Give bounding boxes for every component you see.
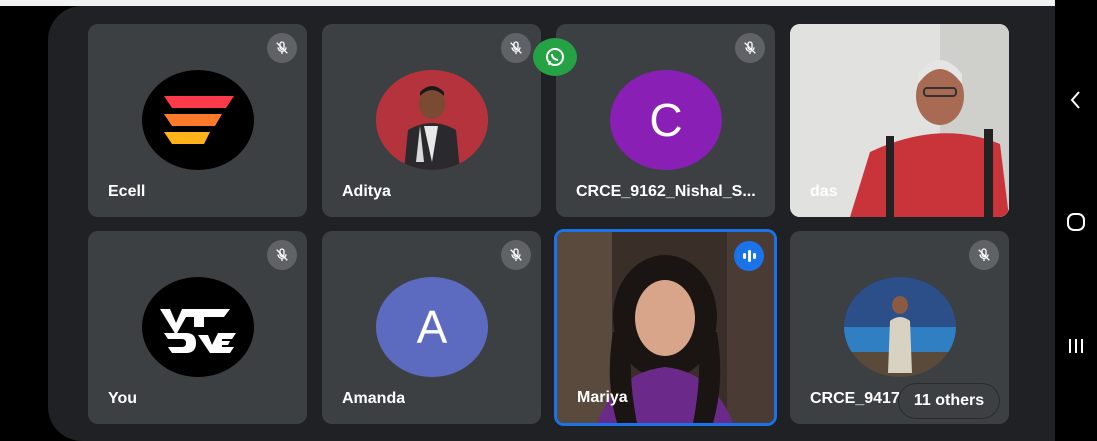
recents-icon[interactable] bbox=[1066, 337, 1086, 360]
participant-name: CRCE_9417 bbox=[810, 390, 900, 407]
participant-tile-nishal[interactable]: C CRCE_9162_Nishal_S... bbox=[556, 24, 775, 217]
participant-name: Mariya bbox=[577, 389, 628, 406]
mic-off-icon bbox=[501, 33, 531, 63]
avatar-crce-9417-photo bbox=[844, 277, 956, 377]
participant-name: CRCE_9162_Nishal_S... bbox=[576, 183, 756, 200]
participant-tile-das-video[interactable]: das bbox=[790, 24, 1009, 217]
mic-off-icon bbox=[735, 33, 765, 63]
back-chevron-left-icon[interactable] bbox=[1068, 90, 1084, 115]
home-icon[interactable] bbox=[1066, 212, 1086, 237]
whatsapp-icon[interactable] bbox=[533, 38, 577, 76]
participant-name: Amanda bbox=[342, 390, 406, 407]
android-navigation-bar bbox=[1055, 0, 1097, 441]
participant-tile-ecell[interactable]: Ecell bbox=[88, 24, 307, 217]
participant-name: das bbox=[810, 183, 838, 200]
participant-tile-aditya[interactable]: Aditya bbox=[322, 24, 541, 217]
avatar-vinit-dave-logo bbox=[142, 277, 254, 377]
avatar-letter: C bbox=[649, 94, 683, 146]
others-count-chip[interactable]: 11 others bbox=[899, 384, 999, 418]
avatar-aditya-photo bbox=[376, 70, 488, 170]
participant-tile-amanda[interactable]: A Amanda bbox=[322, 231, 541, 424]
speaking-indicator-icon bbox=[734, 241, 764, 271]
mic-off-icon bbox=[267, 33, 297, 63]
mic-off-icon bbox=[969, 240, 999, 270]
participant-tile-you[interactable]: You bbox=[88, 231, 307, 424]
participant-tile-mariya-video[interactable]: Mariya bbox=[554, 229, 777, 426]
mic-off-icon bbox=[501, 240, 531, 270]
avatar-ecell-logo bbox=[142, 70, 254, 170]
avatar-initial: C bbox=[610, 70, 722, 170]
mic-off-icon bbox=[267, 240, 297, 270]
participant-name: You bbox=[108, 390, 138, 407]
avatar-initial: A bbox=[376, 277, 488, 377]
participant-name: Aditya bbox=[342, 183, 391, 200]
avatar-letter: A bbox=[416, 301, 448, 353]
participant-name: Ecell bbox=[108, 183, 146, 200]
